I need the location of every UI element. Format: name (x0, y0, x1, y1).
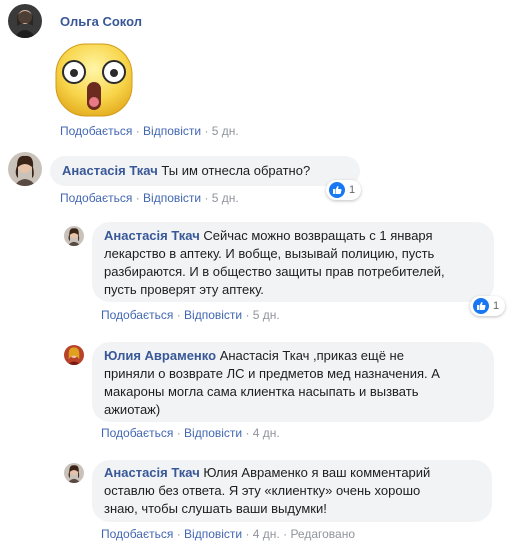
surprised-face-sticker (54, 42, 134, 118)
comment-bubble: Анастасія Ткач Ты им отнесла обратно? (50, 156, 360, 186)
comment-text-line: макароны могла сама клиентка насыпать и … (104, 384, 419, 399)
like-link[interactable]: Подобається (101, 426, 173, 440)
comment-text-line: пусть проверят эту аптеку. (104, 282, 264, 297)
like-link[interactable]: Подобається (60, 191, 132, 205)
timestamp[interactable]: 5 дн. (212, 191, 239, 205)
timestamp[interactable]: 5 дн. (253, 308, 280, 322)
reply-link[interactable]: Відповісти (184, 426, 242, 440)
reply-link[interactable]: Відповісти (184, 308, 242, 322)
like-icon (473, 298, 489, 314)
like-link[interactable]: Подобається (101, 308, 173, 322)
comment-text-line: оставлю без ответа. Я эту «клиентку» оче… (104, 483, 421, 498)
comment-actions: Подобається · Відповісти · 5 дн. (60, 191, 239, 205)
edited-label[interactable]: Редаговано (290, 527, 355, 541)
avatar[interactable] (64, 226, 84, 246)
comment-text-line: приняли о возврате ЛС и предметов мед на… (104, 366, 440, 381)
comment-text-line: Анастасія Ткач ,приказ ещё не (219, 348, 404, 363)
timestamp[interactable]: 4 дн. (253, 426, 280, 440)
comment-actions: Подобається · Відповісти · 4 дн. (101, 426, 280, 440)
comment-text-line: Юлия Авраменко я ваш комментарий (203, 465, 431, 480)
reply-link[interactable]: Відповісти (143, 191, 201, 205)
like-link[interactable]: Подобається (101, 527, 173, 541)
reaction-number: 1 (349, 184, 356, 196)
comment-text-line: лекарство в аптеку. И вобще, вызывай пол… (104, 246, 435, 261)
timestamp[interactable]: 5 дн. (212, 124, 239, 138)
comment-text-line: Сейчас можно возвращать с 1 января (203, 228, 433, 243)
comment-text: Ты им отнесла обратно? (161, 163, 311, 178)
reply-link[interactable]: Відповісти (143, 124, 201, 138)
comment-text-line: ажиотаж) (104, 402, 161, 417)
comment-actions: Подобається · Відповісти · 4 дн. · Редаг… (101, 527, 356, 541)
reaction-count[interactable]: 1 (326, 180, 362, 200)
comment-author[interactable]: Анастасія Ткач (62, 163, 158, 178)
like-link[interactable]: Подобається (60, 124, 132, 138)
comment-author[interactable]: Анастасія Ткач (104, 465, 200, 480)
comment-author[interactable]: Юлия Авраменко (104, 348, 216, 363)
avatar[interactable] (8, 4, 42, 38)
reply-bubble: Анастасія Ткач Сейчас можно возвращать с… (92, 222, 494, 302)
like-icon (329, 182, 345, 198)
timestamp[interactable]: 4 дн. (253, 527, 280, 541)
avatar[interactable] (64, 345, 84, 365)
reply-bubble: Анастасія Ткач Юлия Авраменко я ваш комм… (92, 460, 492, 522)
avatar[interactable] (8, 152, 42, 186)
reaction-number: 1 (493, 300, 500, 312)
reply-link[interactable]: Відповісти (184, 527, 242, 541)
comment-author[interactable]: Анастасія Ткач (104, 228, 200, 243)
reply-bubble: Юлия Авраменко Анастасія Ткач ,приказ ещ… (92, 342, 494, 422)
comment-text-line: знаю, чтобы слушать ваши выдумки! (104, 501, 327, 516)
comment-text-line: разбираются. И в общество защиты прав по… (104, 264, 445, 279)
comment-actions: Подобається · Відповісти · 5 дн. (60, 124, 239, 138)
avatar[interactable] (64, 463, 84, 483)
reaction-count[interactable]: 1 (470, 296, 506, 316)
comment-author[interactable]: Ольга Сокол (60, 14, 142, 29)
comment-actions: Подобається · Відповісти · 5 дн. (101, 308, 280, 322)
